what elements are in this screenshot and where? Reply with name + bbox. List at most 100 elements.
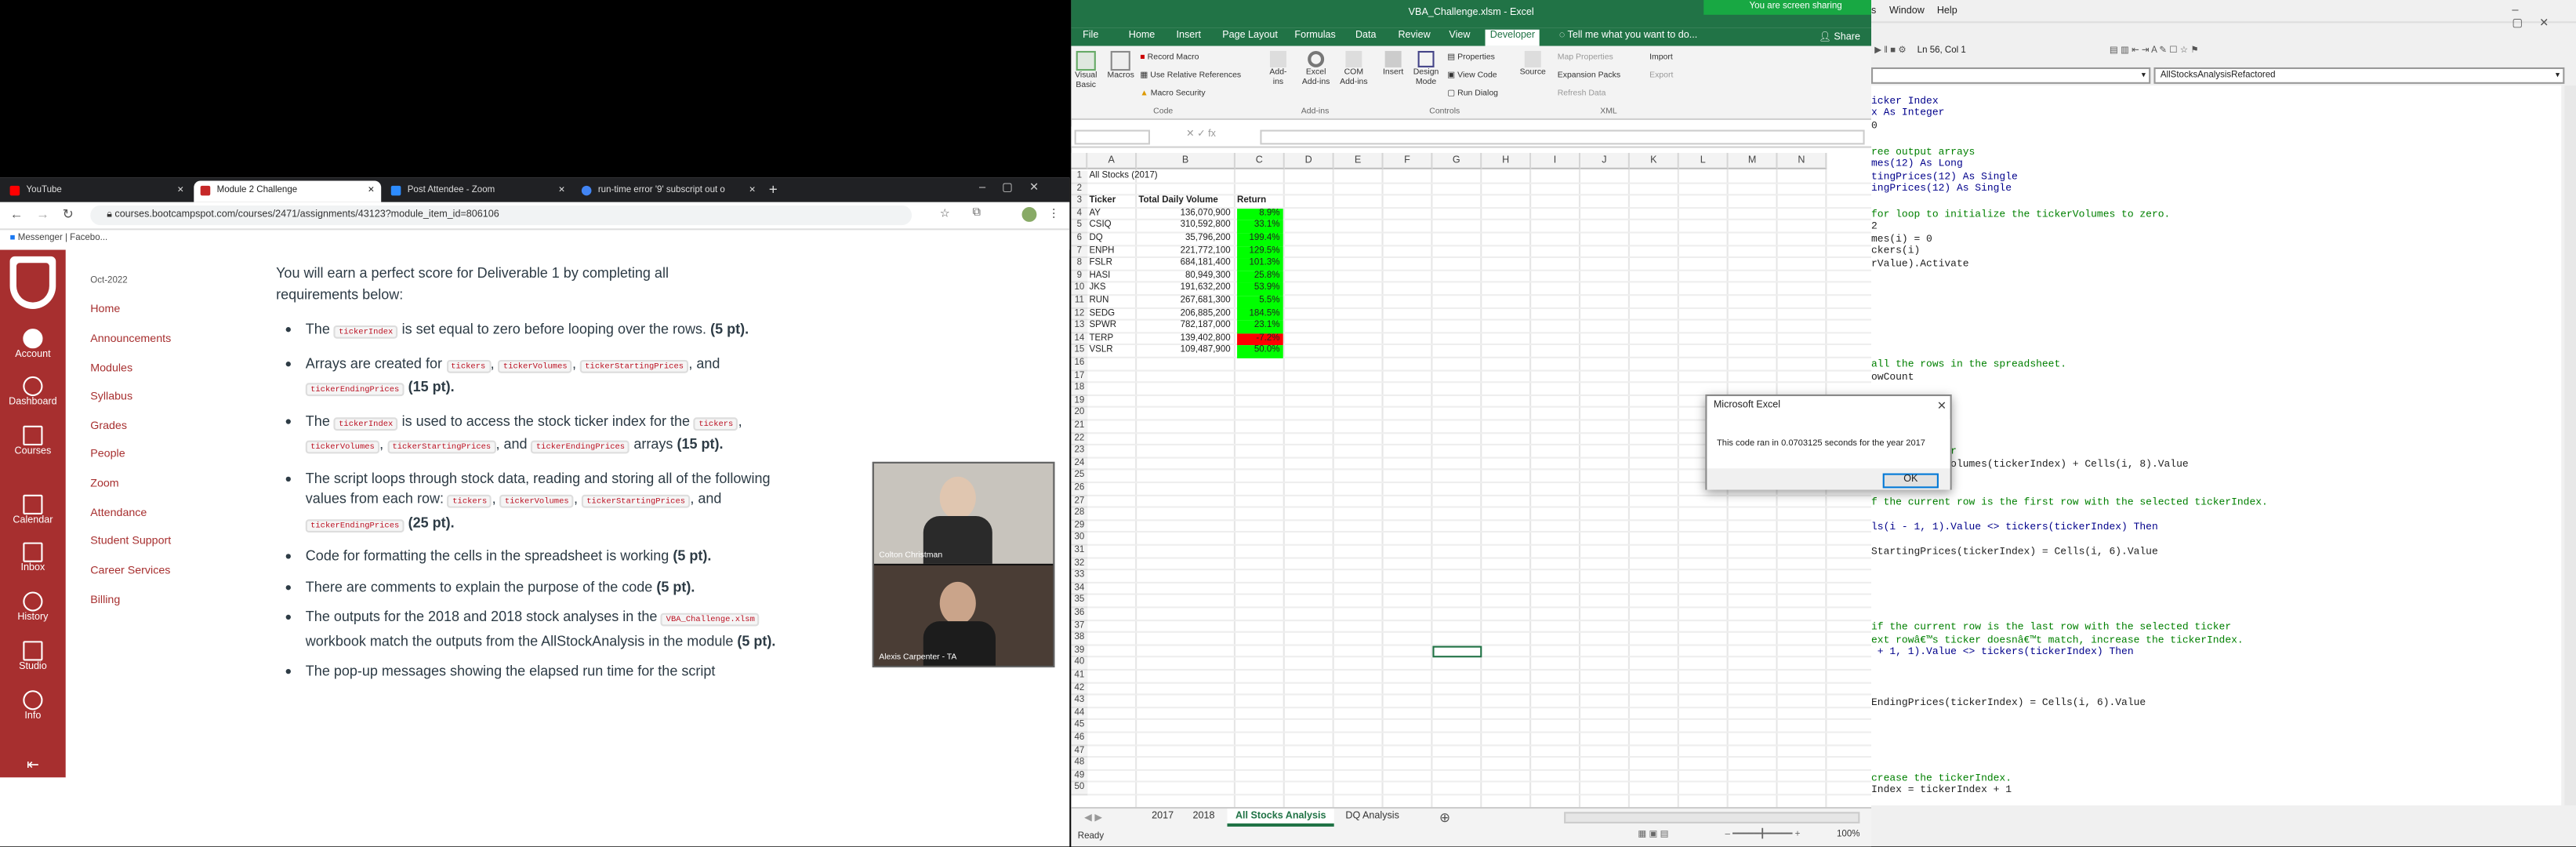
tell-me-input[interactable]: ◌ Tell me what you want to do...: [1555, 30, 1703, 43]
course-nav-modules[interactable]: Modules: [90, 363, 132, 375]
row-header[interactable]: 41: [1071, 671, 1088, 683]
cell-b4[interactable]: 136,070,900: [1138, 209, 1234, 221]
cell-b3[interactable]: Total Daily Volume: [1138, 196, 1234, 209]
tab-zoom[interactable]: Post Attendee - Zoom ✕: [384, 181, 571, 202]
cell-b9[interactable]: 80,949,300: [1138, 271, 1234, 283]
cell-a12[interactable]: SEDG: [1089, 308, 1135, 321]
export-button[interactable]: Export: [1649, 71, 1673, 81]
column-header-j[interactable]: J: [1580, 152, 1630, 169]
procedure-dropdown[interactable]: AllStocksAnalysisRefactored ▾: [2153, 67, 2565, 84]
sheet-tab-2017[interactable]: 2017: [1144, 809, 1182, 827]
vertical-scrollbar[interactable]: [2564, 85, 2576, 805]
row-header[interactable]: 16: [1071, 358, 1088, 371]
row-header[interactable]: 37: [1071, 620, 1088, 634]
tab-module-2[interactable]: Module 2 Challenge ✕: [194, 180, 382, 202]
cell-a5[interactable]: CSIQ: [1089, 221, 1135, 234]
design-mode-button[interactable]: Design Mode: [1413, 50, 1439, 87]
row-header[interactable]: 5: [1071, 220, 1088, 234]
cell-b13[interactable]: 782,187,000: [1138, 321, 1234, 333]
zoom-slider[interactable]: – ━━━━━╋━━━━━ +: [1725, 830, 1800, 840]
cell-a8[interactable]: FSLR: [1089, 258, 1135, 271]
cell-b7[interactable]: 221,772,100: [1138, 246, 1234, 259]
row-header[interactable]: 36: [1071, 608, 1088, 621]
column-header-i[interactable]: I: [1531, 152, 1581, 169]
cell-c11[interactable]: 5.5%: [1237, 296, 1283, 309]
cell-b11[interactable]: 267,681,300: [1138, 296, 1234, 308]
cell-c13[interactable]: 23.1%: [1237, 321, 1283, 333]
row-header[interactable]: 18: [1071, 383, 1088, 396]
course-nav-grades[interactable]: Grades: [90, 420, 127, 432]
nav-inbox[interactable]: Inbox: [0, 542, 66, 573]
share-button[interactable]: 👤︎ Share: [1814, 30, 1866, 45]
relative-references-button[interactable]: ▦ Use Relative References: [1140, 71, 1241, 81]
row-header[interactable]: 31: [1071, 545, 1088, 558]
column-header-n[interactable]: N: [1777, 152, 1827, 169]
cell-a7[interactable]: ENPH: [1089, 246, 1135, 259]
cell-c8[interactable]: 101.3%: [1237, 258, 1283, 271]
tab-search[interactable]: run-time error '9' subscript out o ✕: [575, 181, 762, 202]
row-header[interactable]: 20: [1071, 408, 1088, 421]
sheet-nav-icon[interactable]: ◀ ▶: [1084, 812, 1102, 823]
ok-button[interactable]: OK: [1882, 473, 1939, 489]
row-header[interactable]: 35: [1071, 595, 1088, 609]
column-header-m[interactable]: M: [1728, 152, 1778, 169]
window-controls[interactable]: –▢✕: [979, 181, 1055, 194]
selected-cell[interactable]: [1432, 645, 1482, 659]
row-header[interactable]: 29: [1071, 520, 1088, 533]
row-header[interactable]: 47: [1071, 745, 1088, 758]
cell-a11[interactable]: RUN: [1089, 296, 1135, 308]
run-dialog-button[interactable]: ▢ Run Dialog: [1447, 89, 1498, 99]
extensions-icon[interactable]: ⧉: [973, 207, 981, 220]
back-icon[interactable]: ←: [10, 207, 24, 222]
code-editor[interactable]: icker Index x As Integer 0 ree output array…: [1871, 85, 2562, 805]
tab-insert[interactable]: Insert: [1171, 30, 1206, 43]
cell-c10[interactable]: 53.9%: [1237, 283, 1283, 296]
close-icon[interactable]: ✕: [558, 186, 565, 196]
tab-page-layout[interactable]: Page Layout: [1217, 30, 1283, 43]
cell-b15[interactable]: 109,487,900: [1138, 346, 1234, 358]
course-nav-announcements[interactable]: Announcements: [90, 333, 171, 345]
cell-c5[interactable]: 33.1%: [1237, 220, 1283, 234]
row-header[interactable]: 25: [1071, 471, 1088, 484]
nav-courses[interactable]: Courses: [0, 425, 66, 457]
row-header[interactable]: 45: [1071, 720, 1088, 733]
menu-help[interactable]: Help: [1937, 6, 1957, 16]
window-controls[interactable]: –▢✕: [2512, 5, 2576, 29]
row-header[interactable]: 32: [1071, 558, 1088, 571]
column-header-f[interactable]: F: [1383, 152, 1433, 169]
row-header[interactable]: 3: [1071, 195, 1088, 209]
add-sheet-icon[interactable]: ⊕: [1439, 810, 1450, 825]
cell-c14[interactable]: -7.2%: [1237, 333, 1283, 346]
cell-a1[interactable]: All Stocks (2017): [1089, 171, 1157, 184]
visual-basic-button[interactable]: Visual Basic: [1075, 50, 1098, 90]
row-header[interactable]: 40: [1071, 658, 1088, 671]
import-button[interactable]: Import: [1649, 53, 1673, 63]
row-header[interactable]: 42: [1071, 682, 1088, 696]
cell-b12[interactable]: 206,885,200: [1138, 308, 1234, 321]
row-header[interactable]: 49: [1071, 770, 1088, 783]
bookmark-messenger[interactable]: Messenger | Facebo...: [18, 234, 107, 244]
sheet-tab-dq-analysis[interactable]: DQ Analysis: [1337, 809, 1407, 827]
row-header[interactable]: 23: [1071, 445, 1088, 459]
cell-a15[interactable]: VSLR: [1089, 346, 1135, 358]
menu-window[interactable]: Window: [1889, 6, 1925, 16]
macros-button[interactable]: Macros: [1108, 50, 1134, 81]
object-dropdown[interactable]: ▾: [1871, 67, 2151, 84]
row-header[interactable]: 10: [1071, 283, 1088, 296]
row-header[interactable]: 48: [1071, 758, 1088, 771]
nav-calendar[interactable]: Calendar: [0, 494, 66, 526]
row-header[interactable]: 46: [1071, 732, 1088, 746]
cell-a6[interactable]: DQ: [1089, 234, 1135, 246]
nav-dashboard[interactable]: Dashboard: [0, 376, 66, 408]
view-code-button[interactable]: ▣ View Code: [1447, 71, 1497, 81]
cell-c7[interactable]: 129.5%: [1237, 245, 1283, 259]
cell-b10[interactable]: 191,632,200: [1138, 283, 1234, 296]
excel-add-ins-button[interactable]: Excel Add-ins: [1301, 50, 1331, 87]
row-header[interactable]: 2: [1071, 183, 1088, 196]
column-header-e[interactable]: E: [1333, 152, 1384, 169]
row-header[interactable]: 9: [1071, 271, 1088, 284]
course-nav-attendance[interactable]: Attendance: [90, 508, 147, 520]
course-nav-zoom[interactable]: Zoom: [90, 478, 118, 490]
cell-b14[interactable]: 139,402,800: [1138, 333, 1234, 346]
row-header[interactable]: 19: [1071, 395, 1088, 409]
